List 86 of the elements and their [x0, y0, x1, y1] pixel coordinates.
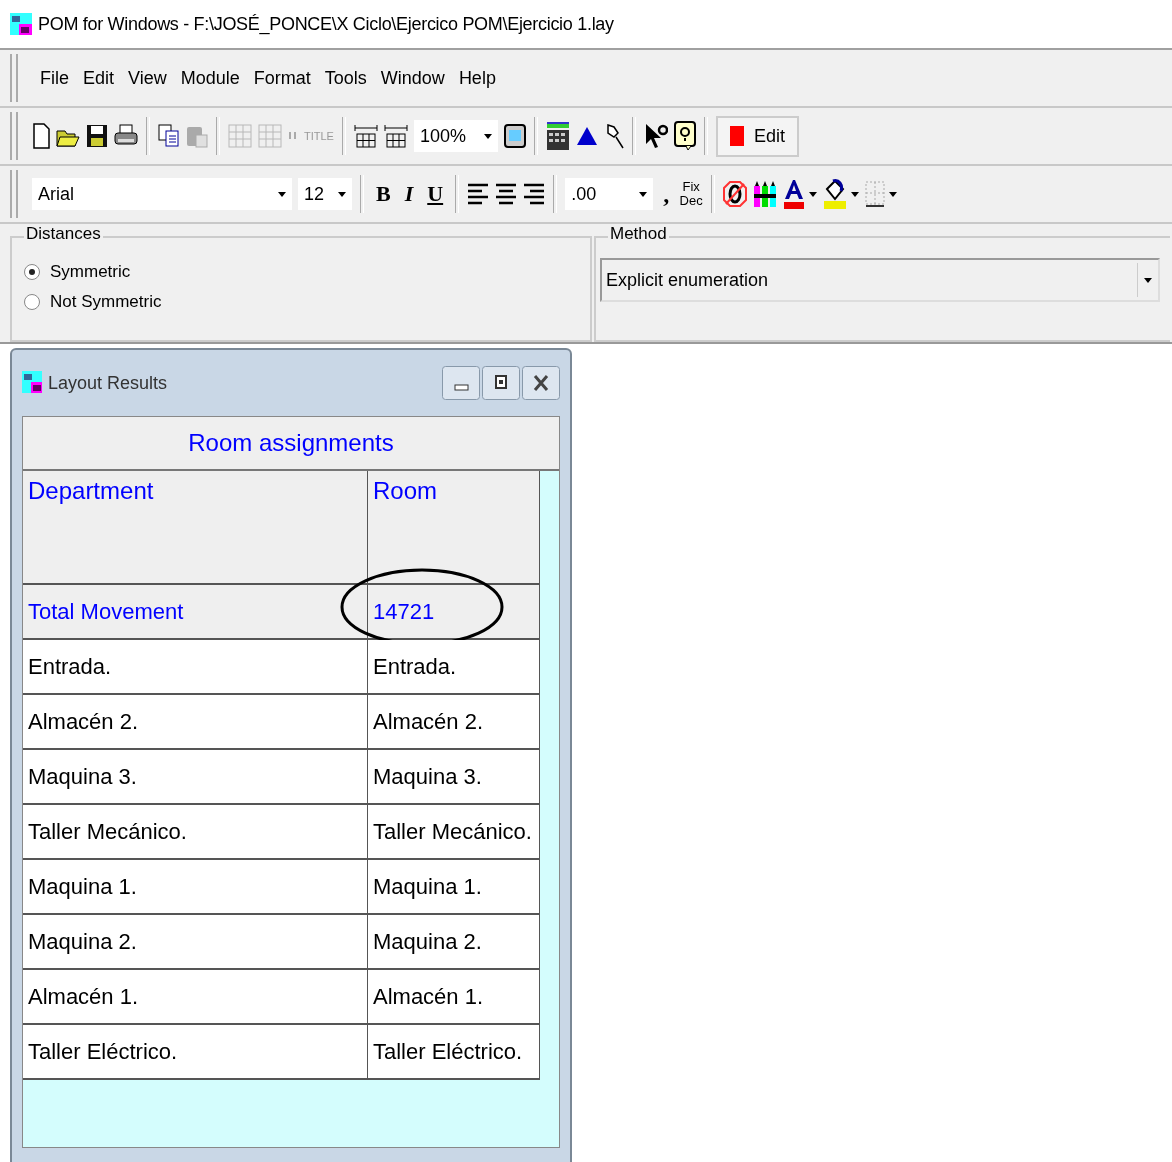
- caret-icon[interactable]: [851, 191, 860, 197]
- toolbar-grip[interactable]: [10, 112, 18, 160]
- caret-icon[interactable]: [338, 191, 346, 197]
- menu-item[interactable]: View: [128, 67, 167, 89]
- radio-label[interactable]: Symmetric: [50, 262, 131, 282]
- save-icon[interactable]: [86, 124, 108, 148]
- caret-icon[interactable]: [483, 133, 492, 139]
- table-cell: Taller Eléctrico.: [23, 1025, 368, 1080]
- menu-item[interactable]: File: [40, 67, 69, 89]
- window-title: POM for Windows - F:\JOSÉ_PONCE\X Ciclo\Ejercico POM\Ejercicio 1.lay: [38, 13, 614, 35]
- copy-icon[interactable]: [158, 124, 180, 148]
- caret-icon[interactable]: [1144, 277, 1152, 283]
- restore-icon[interactable]: [482, 366, 520, 400]
- no-zero-icon[interactable]: [723, 181, 748, 207]
- menu-item[interactable]: Window: [380, 67, 445, 89]
- close-icon[interactable]: [522, 366, 560, 400]
- table-cell: Total Movement: [23, 585, 368, 640]
- triangle-icon[interactable]: [575, 126, 598, 146]
- font-size-dropdown[interactable]: 12: [298, 178, 352, 210]
- zoom-dropdown[interactable]: 100%: [413, 120, 498, 152]
- grid-icon: [228, 124, 252, 148]
- caret-icon[interactable]: [639, 191, 648, 197]
- font-dropdown[interactable]: Arial: [32, 178, 292, 210]
- table-cell: Maquina 3.: [23, 750, 368, 805]
- help-icon[interactable]: [673, 121, 696, 151]
- table-cell: Entrada.: [368, 640, 540, 695]
- menu-item[interactable]: Module: [180, 67, 240, 89]
- table-cell: Taller Mecánico.: [368, 805, 540, 860]
- table-cell: Maquina 1.: [23, 860, 368, 915]
- quote-icon: [288, 131, 298, 141]
- calculator-icon[interactable]: [545, 121, 570, 151]
- caret-icon[interactable]: [889, 191, 898, 197]
- table-title: Room assignments: [23, 417, 559, 471]
- help-pointer-icon[interactable]: [643, 122, 668, 150]
- edit-mode-icon: [729, 126, 744, 146]
- table-cell: Taller Eléctrico.: [368, 1025, 540, 1080]
- printer-icon[interactable]: [114, 124, 138, 148]
- column-header: Room: [368, 471, 540, 585]
- decimals-dropdown[interactable]: .00: [565, 178, 654, 210]
- monitor-icon[interactable]: [503, 124, 526, 148]
- menu-item[interactable]: Format: [253, 67, 311, 89]
- app-icon: [10, 13, 32, 35]
- column-width-icon[interactable]: [353, 123, 378, 149]
- paint-bucket-icon[interactable]: [823, 179, 848, 209]
- radio-button[interactable]: [24, 294, 40, 310]
- table-cell: Maquina 1.: [368, 860, 540, 915]
- underline-button[interactable]: U: [423, 181, 448, 207]
- edit-button[interactable]: Edit: [715, 115, 799, 157]
- caret-icon[interactable]: [809, 191, 818, 197]
- grid-icon: [258, 124, 282, 148]
- table-cell: Maquina 3.: [368, 750, 540, 805]
- table-cell: Taller Mecánico.: [23, 805, 368, 860]
- table-cell: Maquina 2.: [368, 915, 540, 970]
- caret-icon[interactable]: [278, 191, 286, 197]
- table-cell: 14721: [368, 585, 540, 640]
- menu-item[interactable]: Help: [458, 67, 496, 89]
- table-cell: Almacén 1.: [368, 970, 540, 1025]
- window-title: Layout Results: [48, 372, 168, 394]
- align-left-icon[interactable]: [467, 183, 490, 205]
- border-icon[interactable]: [865, 181, 886, 207]
- italic-button[interactable]: I: [400, 181, 418, 207]
- align-right-icon[interactable]: [523, 183, 546, 205]
- toolbar-grip[interactable]: [10, 170, 18, 218]
- new-file-icon[interactable]: [32, 123, 50, 149]
- table-cell: Maquina 2.: [23, 915, 368, 970]
- bold-button[interactable]: B: [372, 181, 395, 207]
- radio-label[interactable]: Not Symmetric: [50, 292, 162, 312]
- font-color-icon[interactable]: [783, 179, 806, 209]
- menu-item[interactable]: Edit: [83, 67, 115, 89]
- table-cell: Almacén 2.: [23, 695, 368, 750]
- align-center-icon[interactable]: [495, 183, 518, 205]
- app-icon: [22, 371, 42, 395]
- table-cell: Almacén 1.: [23, 970, 368, 1025]
- comma-button[interactable]: ,: [659, 180, 674, 208]
- radio-button[interactable]: [24, 264, 40, 280]
- paste-icon: [186, 124, 208, 148]
- title-style-label: TITLE: [304, 130, 334, 142]
- menu-item[interactable]: Tools: [324, 67, 367, 89]
- markers-icon[interactable]: [753, 180, 778, 208]
- method-dropdown[interactable]: Explicit enumeration: [600, 258, 1160, 302]
- table-cell: Almacén 2.: [368, 695, 540, 750]
- toolbar-grip[interactable]: [10, 54, 18, 102]
- table-cell: Entrada.: [23, 640, 368, 695]
- column-width-icon[interactable]: [383, 123, 408, 149]
- fix-decimals-button[interactable]: Fix Dec: [679, 180, 704, 208]
- column-header: Department: [23, 471, 368, 585]
